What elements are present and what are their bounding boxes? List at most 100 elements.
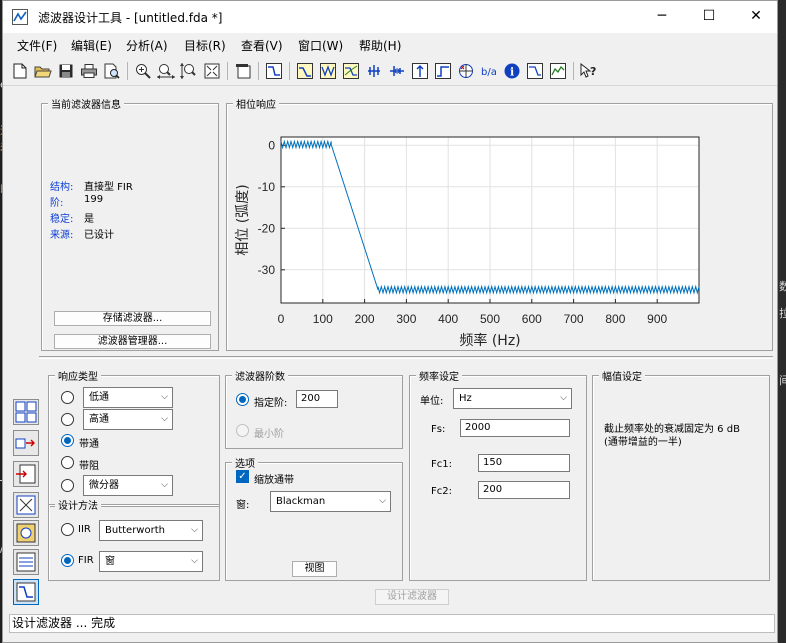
- new-window-icon[interactable]: [233, 61, 253, 81]
- design-filter-side-icon[interactable]: [13, 579, 39, 605]
- print-preview-icon[interactable]: [102, 61, 122, 81]
- window-select[interactable]: Blackman ⌵: [270, 491, 391, 512]
- fs-input[interactable]: 2000: [460, 419, 570, 437]
- structure-value: 直接型 FIR: [84, 182, 133, 193]
- toolbar-separator: [573, 62, 574, 80]
- multirate-side-icon[interactable]: [13, 492, 39, 518]
- scale-passband-checkbox[interactable]: ✓: [236, 470, 249, 483]
- zoom-y-icon[interactable]: [179, 61, 199, 81]
- panel-title: 频率设定: [416, 368, 462, 383]
- stable-value: 是: [84, 214, 94, 225]
- toolbar-separator: [127, 62, 128, 80]
- fc2-input[interactable]: 200: [478, 481, 570, 499]
- x-tick-label: 700: [564, 312, 584, 326]
- iir-radio[interactable]: [61, 523, 74, 536]
- close-button[interactable]: ✕: [733, 1, 777, 31]
- menu-view[interactable]: 查看(V): [241, 37, 283, 54]
- menu-bar: 文件(F) 编辑(E) 分析(A) 目标(R) 查看(V) 窗口(W) 帮助(H…: [3, 33, 777, 57]
- frequency-spec-panel: 频率设定 单位: Hz ⌵ Fs: 2000 Fc1: 150 Fc2: 200: [409, 368, 587, 581]
- differentiator-select[interactable]: 微分器 ⌵: [83, 475, 173, 496]
- toolbar-separator: [227, 62, 228, 80]
- fc1-input[interactable]: 150: [478, 454, 570, 472]
- group-delay-icon[interactable]: [364, 61, 384, 81]
- title-bar[interactable]: 滤波器设计工具 - [untitled.fda *] ─ ☐ ✕: [3, 1, 777, 33]
- units-select[interactable]: Hz ⌵: [453, 388, 572, 409]
- view-button[interactable]: 视图: [292, 561, 337, 577]
- specify-order-radio[interactable]: [236, 393, 249, 406]
- design-filter-button[interactable]: 设计滤波器: [375, 589, 449, 605]
- zoom-in-icon[interactable]: [133, 61, 153, 81]
- zoom-x-icon[interactable]: [156, 61, 176, 81]
- background-text: 数: [779, 280, 786, 293]
- phase-response-chart[interactable]: 0 100 200 300 400 500 600 700 800 900 0 -10 -20 -30 频率…: [227, 104, 772, 350]
- y-tick-label: 0: [268, 138, 275, 152]
- svg-text:b/a: b/a: [481, 67, 497, 78]
- step-response-icon[interactable]: [433, 61, 453, 81]
- pole-zero-icon[interactable]: [456, 61, 476, 81]
- realize-model-side-icon[interactable]: [13, 520, 39, 546]
- window-title: 滤波器设计工具 - [untitled.fda *]: [38, 11, 223, 25]
- menu-edit[interactable]: 编辑(E): [71, 37, 112, 54]
- quantization-side-icon[interactable]: [13, 549, 39, 575]
- filter-coefficients-icon[interactable]: b/a: [479, 61, 499, 81]
- magnitude-response-icon[interactable]: [295, 61, 315, 81]
- bandpass-radio[interactable]: [61, 434, 74, 447]
- iir-type-select[interactable]: Butterworth ⌵: [99, 520, 203, 541]
- minimum-order-radio[interactable]: [236, 424, 249, 437]
- menu-help[interactable]: 帮助(H): [359, 37, 401, 54]
- full-view-icon[interactable]: [202, 61, 222, 81]
- x-tick-label: 500: [480, 312, 500, 326]
- fdatool-window: 滤波器设计工具 - [untitled.fda *] ─ ☐ ✕ 文件(F) 编…: [2, 0, 778, 643]
- chevron-down-icon: ⌵: [560, 393, 567, 403]
- scale-passband-label: 缩放通带: [254, 475, 294, 486]
- phase-response-icon[interactable]: [318, 61, 338, 81]
- panel-title: 选项: [232, 455, 258, 470]
- new-file-icon[interactable]: [10, 61, 30, 81]
- maximize-button[interactable]: ☐: [686, 1, 732, 31]
- import-filter-side-icon[interactable]: [13, 461, 39, 487]
- highpass-select[interactable]: 高通 ⌵: [83, 409, 173, 430]
- filter-info-icon[interactable]: i: [502, 61, 522, 81]
- differentiator-radio[interactable]: [61, 479, 74, 492]
- phase-delay-icon[interactable]: [387, 61, 407, 81]
- splitter[interactable]: [39, 356, 773, 359]
- whats-this-help-icon[interactable]: ?: [579, 61, 599, 81]
- open-folder-icon[interactable]: [33, 61, 53, 81]
- fir-radio[interactable]: [61, 554, 74, 567]
- filter-manager-button[interactable]: 滤波器管理器...: [54, 334, 211, 349]
- lowpass-radio[interactable]: [61, 391, 74, 404]
- noise-loss-icon[interactable]: [548, 61, 568, 81]
- minimum-order-label: 最小阶: [254, 429, 284, 440]
- save-icon[interactable]: [56, 61, 76, 81]
- fir-type-select[interactable]: 窗 ⌵: [99, 551, 203, 572]
- impulse-response-icon[interactable]: [410, 61, 430, 81]
- print-icon[interactable]: [79, 61, 99, 81]
- panel-title: 设计方法: [55, 497, 101, 512]
- order-input[interactable]: 200: [296, 390, 338, 408]
- x-tick-label: 900: [647, 312, 667, 326]
- y-tick-label: -20: [258, 221, 276, 235]
- x-tick-label: 0: [278, 312, 285, 326]
- menu-window[interactable]: 窗口(W): [298, 37, 343, 54]
- menu-file[interactable]: 文件(F): [17, 37, 57, 54]
- magnitude-spec-panel: 幅值设定 截止频率处的衰减固定为 6 dB (通带增益的一半): [592, 368, 770, 581]
- toolbar-separator: [289, 62, 290, 80]
- bandstop-radio[interactable]: [61, 456, 74, 469]
- mag-phase-icon[interactable]: [341, 61, 361, 81]
- store-filter-button[interactable]: 存储滤波器...: [54, 311, 211, 326]
- background-text: 间: [779, 374, 786, 387]
- bandstop-label: 带阻: [79, 461, 99, 472]
- svg-text:i: i: [510, 66, 514, 79]
- current-filter-info-panel: 当前滤波器信息 结构: 直接型 FIR 阶: 199 稳定: 是 来源: 已设计…: [41, 96, 219, 351]
- matlab-app-icon: [12, 9, 28, 25]
- filter-specs-icon[interactable]: [264, 61, 284, 81]
- menu-targets[interactable]: 目标(R): [184, 37, 226, 54]
- minimize-button[interactable]: ─: [639, 1, 685, 31]
- menu-analysis[interactable]: 分析(A): [126, 37, 168, 54]
- panel-title: 当前滤波器信息: [48, 96, 124, 111]
- pole-zero-editor-side-icon[interactable]: [13, 399, 39, 425]
- magnitude-estimate-icon[interactable]: [525, 61, 545, 81]
- lowpass-select[interactable]: 低通 ⌵: [83, 387, 173, 408]
- highpass-radio[interactable]: [61, 413, 74, 426]
- transform-filter-side-icon[interactable]: [13, 430, 39, 456]
